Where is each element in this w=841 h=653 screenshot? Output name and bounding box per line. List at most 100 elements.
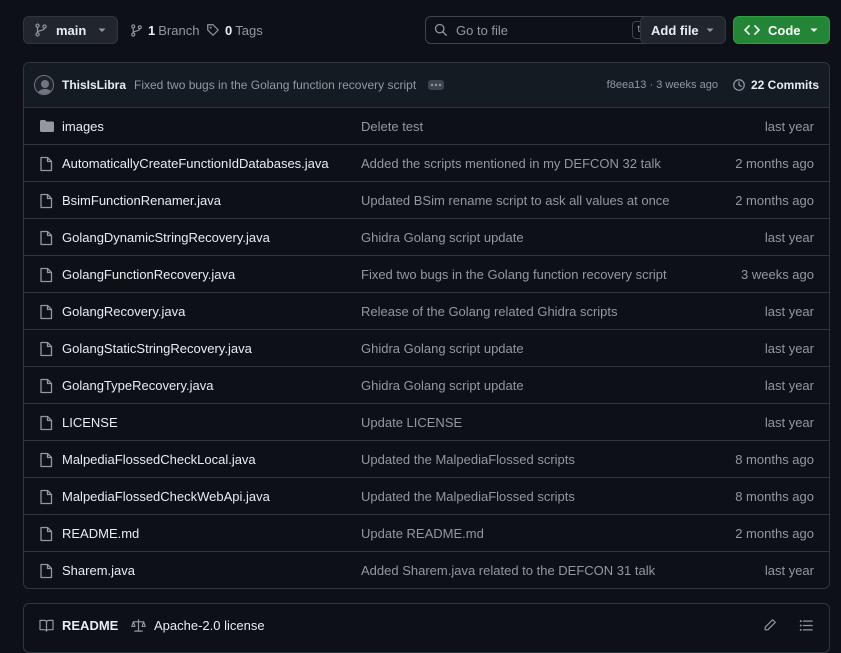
file-commit-date: 2 months ago [735, 155, 814, 171]
file-commit-message-link[interactable]: Added the scripts mentioned in my DEFCON… [361, 156, 661, 171]
file-commit-message-link[interactable]: Ghidra Golang script update [361, 378, 524, 393]
file-commit-message-link[interactable]: Ghidra Golang script update [361, 341, 524, 356]
file-commit-message-link[interactable]: Updated the MalpediaFlossed scripts [361, 452, 575, 467]
readme-actions [763, 618, 813, 632]
file-icon [39, 304, 53, 320]
file-commit-message-link[interactable]: Updated BSim rename script to ask all va… [361, 193, 670, 208]
file-icon [39, 452, 53, 468]
file-name-link[interactable]: LICENSE [62, 415, 118, 430]
file-commit-date: last year [764, 414, 814, 430]
file-name-link[interactable]: MalpediaFlossedCheckLocal.java [62, 452, 256, 467]
branch-name: main [56, 22, 87, 38]
file-icon [39, 193, 53, 209]
go-to-file-input[interactable]: Go to file t [425, 16, 656, 44]
repo-toolbar: main 1 Branch 0 Tags Go to file t Add fi… [23, 16, 830, 46]
file-name-link[interactable]: GolangRecovery.java [62, 304, 185, 319]
ellipsis-icon[interactable] [428, 80, 445, 90]
branches-link[interactable]: 1 Branch [130, 16, 199, 44]
tags-link[interactable]: 0 Tags [206, 16, 263, 44]
file-icon [39, 341, 53, 357]
file-icon [39, 415, 53, 431]
file-commit-message-link[interactable]: Added Sharem.java related to the DEFCON … [361, 563, 655, 578]
commit-sha-time[interactable]: f8eea13 · 3 weeks ago [607, 79, 718, 91]
file-commit-date: last year [764, 563, 814, 578]
file-commit-message-link[interactable]: Ghidra Golang script update [361, 230, 524, 245]
file-row[interactable]: GolangTypeRecovery.java Ghidra Golang sc… [24, 367, 829, 404]
avatar[interactable] [34, 75, 54, 95]
history-icon [732, 78, 746, 92]
file-commit-message-link[interactable]: Fixed two bugs in the Golang function re… [361, 267, 667, 282]
add-file-button[interactable]: Add file [640, 16, 726, 44]
commit-message-link[interactable]: Fixed two bugs in the Golang function re… [134, 78, 416, 92]
file-row[interactable]: GolangStaticStringRecovery.java Ghidra G… [24, 330, 829, 367]
tag-icon [206, 23, 220, 37]
branch-selector-button[interactable]: main [23, 16, 118, 44]
branch-label: Branch [158, 22, 200, 38]
file-commit-message-link[interactable]: Update README.md [361, 526, 484, 541]
code-label: Code [768, 22, 801, 38]
file-icon [39, 156, 53, 172]
file-row[interactable]: GolangRecovery.java Release of the Golan… [24, 293, 829, 330]
chevron-down-icon [97, 25, 107, 35]
tag-label: Tags [235, 22, 263, 38]
file-name-link[interactable]: MalpediaFlossedCheckWebApi.java [62, 489, 270, 504]
file-commit-message-link[interactable]: Update LICENSE [361, 415, 462, 430]
tag-count: 0 [225, 22, 233, 38]
file-name-link[interactable]: GolangTypeRecovery.java [62, 378, 214, 393]
file-list: images Delete test last year Automatical… [24, 108, 829, 588]
file-row[interactable]: MalpediaFlossedCheckLocal.java Updated t… [24, 441, 829, 478]
file-row[interactable]: AutomaticallyCreateFunctionIdDatabases.j… [24, 145, 829, 182]
file-commit-date: 3 weeks ago [741, 266, 814, 282]
file-row[interactable]: GolangFunctionRecovery.java Fixed two bu… [24, 256, 829, 293]
commits-count-label: 22 Commits [750, 78, 819, 92]
search-placeholder: Go to file [456, 22, 509, 38]
file-name-link[interactable]: AutomaticallyCreateFunctionIdDatabases.j… [62, 156, 329, 171]
git-branch-icon [34, 23, 48, 37]
file-commit-date: 8 months ago [735, 451, 814, 467]
chevron-down-icon [809, 25, 819, 35]
code-button[interactable]: Code [733, 16, 830, 44]
file-commit-message-link[interactable]: Release of the Golang related Ghidra scr… [361, 304, 618, 319]
file-commit-date: 8 months ago [735, 488, 814, 504]
tab-readme[interactable]: README [39, 618, 118, 633]
file-commit-date: 2 months ago [735, 525, 814, 541]
file-name-link[interactable]: GolangStaticStringRecovery.java [62, 341, 252, 356]
file-icon [39, 563, 53, 579]
file-row[interactable]: MalpediaFlossedCheckWebApi.java Updated … [24, 478, 829, 515]
commit-author-link[interactable]: ThisIsLibra [62, 78, 126, 92]
file-row[interactable]: README.md Update README.md 2 months ago [24, 515, 829, 552]
law-icon [131, 618, 146, 633]
file-row[interactable]: Sharem.java Added Sharem.java related to… [24, 552, 829, 588]
git-branch-icon [130, 23, 143, 37]
file-name-link[interactable]: images [62, 119, 104, 134]
tab-license[interactable]: Apache-2.0 license [131, 618, 265, 633]
file-commit-message-link[interactable]: Delete test [361, 119, 423, 134]
pencil-icon[interactable] [763, 618, 777, 632]
chevron-down-icon [705, 25, 715, 35]
file-commit-message-link[interactable]: Updated the MalpediaFlossed scripts [361, 489, 575, 504]
folder-icon [39, 119, 55, 133]
add-file-label: Add file [651, 22, 699, 38]
code-icon [744, 24, 760, 36]
file-name-link[interactable]: GolangFunctionRecovery.java [62, 267, 235, 282]
readme-bar: README Apache-2.0 license [23, 603, 830, 653]
file-icon [39, 526, 53, 542]
book-icon [39, 619, 54, 632]
commits-history-link[interactable]: 22 Commits [732, 78, 819, 92]
file-row[interactable]: BsimFunctionRenamer.java Updated BSim re… [24, 182, 829, 219]
search-icon [434, 23, 448, 37]
file-row[interactable]: LICENSE Update LICENSE last year [24, 404, 829, 441]
file-row[interactable]: images Delete test last year [24, 108, 829, 145]
outline-list-icon[interactable] [799, 619, 813, 632]
file-browser: ThisIsLibra Fixed two bugs in the Golang… [23, 62, 830, 589]
file-name-link[interactable]: BsimFunctionRenamer.java [62, 193, 221, 208]
license-tab-label: Apache-2.0 license [154, 618, 265, 633]
file-icon [39, 267, 53, 283]
file-commit-date: last year [764, 118, 814, 134]
file-icon [39, 489, 53, 505]
file-icon [39, 378, 53, 394]
file-name-link[interactable]: GolangDynamicStringRecovery.java [62, 230, 270, 245]
file-name-link[interactable]: Sharem.java [62, 563, 135, 578]
file-row[interactable]: GolangDynamicStringRecovery.java Ghidra … [24, 219, 829, 256]
file-name-link[interactable]: README.md [62, 526, 139, 541]
